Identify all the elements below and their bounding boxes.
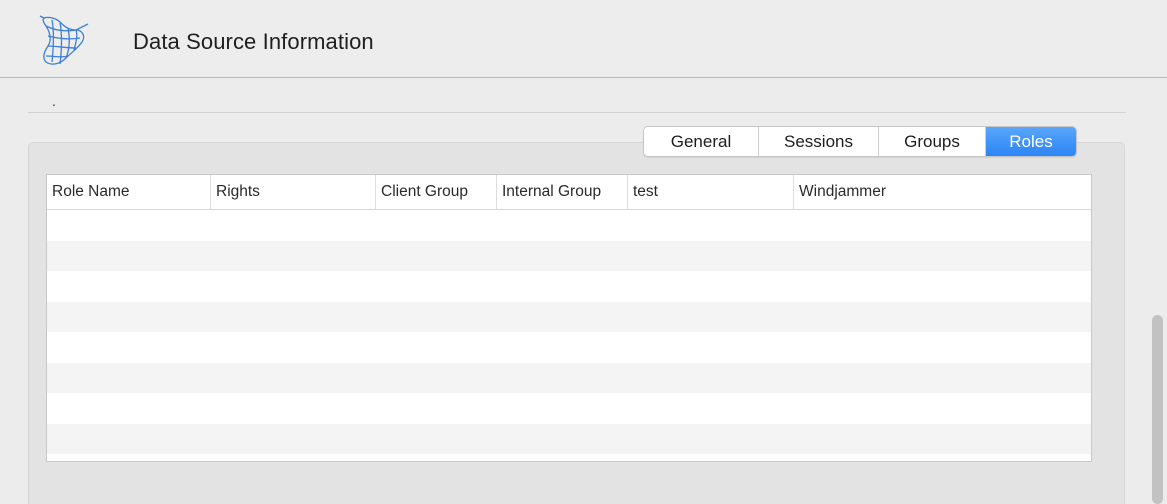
table-row[interactable] bbox=[47, 240, 1091, 271]
column-header-windjammer[interactable]: Windjammer bbox=[794, 175, 1091, 210]
sql-server-icon bbox=[36, 12, 90, 70]
tab-sessions[interactable]: Sessions bbox=[759, 127, 879, 156]
table-row[interactable] bbox=[47, 271, 1091, 302]
table-row[interactable] bbox=[47, 332, 1091, 363]
divider bbox=[28, 112, 1126, 113]
page-title: Data Source Information bbox=[133, 29, 374, 54]
tab-bar: General Sessions Groups Roles bbox=[643, 126, 1077, 157]
table-row[interactable] bbox=[47, 301, 1091, 332]
table-row[interactable] bbox=[47, 362, 1091, 393]
roles-table[interactable]: Role Name Rights Client Group Internal G… bbox=[46, 174, 1092, 462]
table-header: Role Name Rights Client Group Internal G… bbox=[47, 175, 1091, 210]
scrollbar-thumb[interactable] bbox=[1152, 315, 1163, 504]
data-source-window: Data Source Information . General Sessio… bbox=[0, 0, 1167, 504]
table-row[interactable] bbox=[47, 393, 1091, 424]
column-header-test[interactable]: test bbox=[628, 175, 794, 210]
table-body bbox=[47, 210, 1091, 462]
column-header-client-group[interactable]: Client Group bbox=[376, 175, 497, 210]
content-pane: . General Sessions Groups Roles Role Nam… bbox=[0, 79, 1167, 504]
tab-general[interactable]: General bbox=[644, 127, 759, 156]
window-header: Data Source Information bbox=[0, 0, 1167, 78]
table-row[interactable] bbox=[47, 210, 1091, 241]
tab-groups[interactable]: Groups bbox=[879, 127, 986, 156]
table-row[interactable] bbox=[47, 423, 1091, 454]
tab-roles[interactable]: Roles bbox=[986, 127, 1076, 156]
column-header-role-name[interactable]: Role Name bbox=[47, 175, 211, 210]
column-header-rights[interactable]: Rights bbox=[211, 175, 376, 210]
dot-text: . bbox=[52, 93, 56, 109]
column-header-internal-group[interactable]: Internal Group bbox=[497, 175, 628, 210]
